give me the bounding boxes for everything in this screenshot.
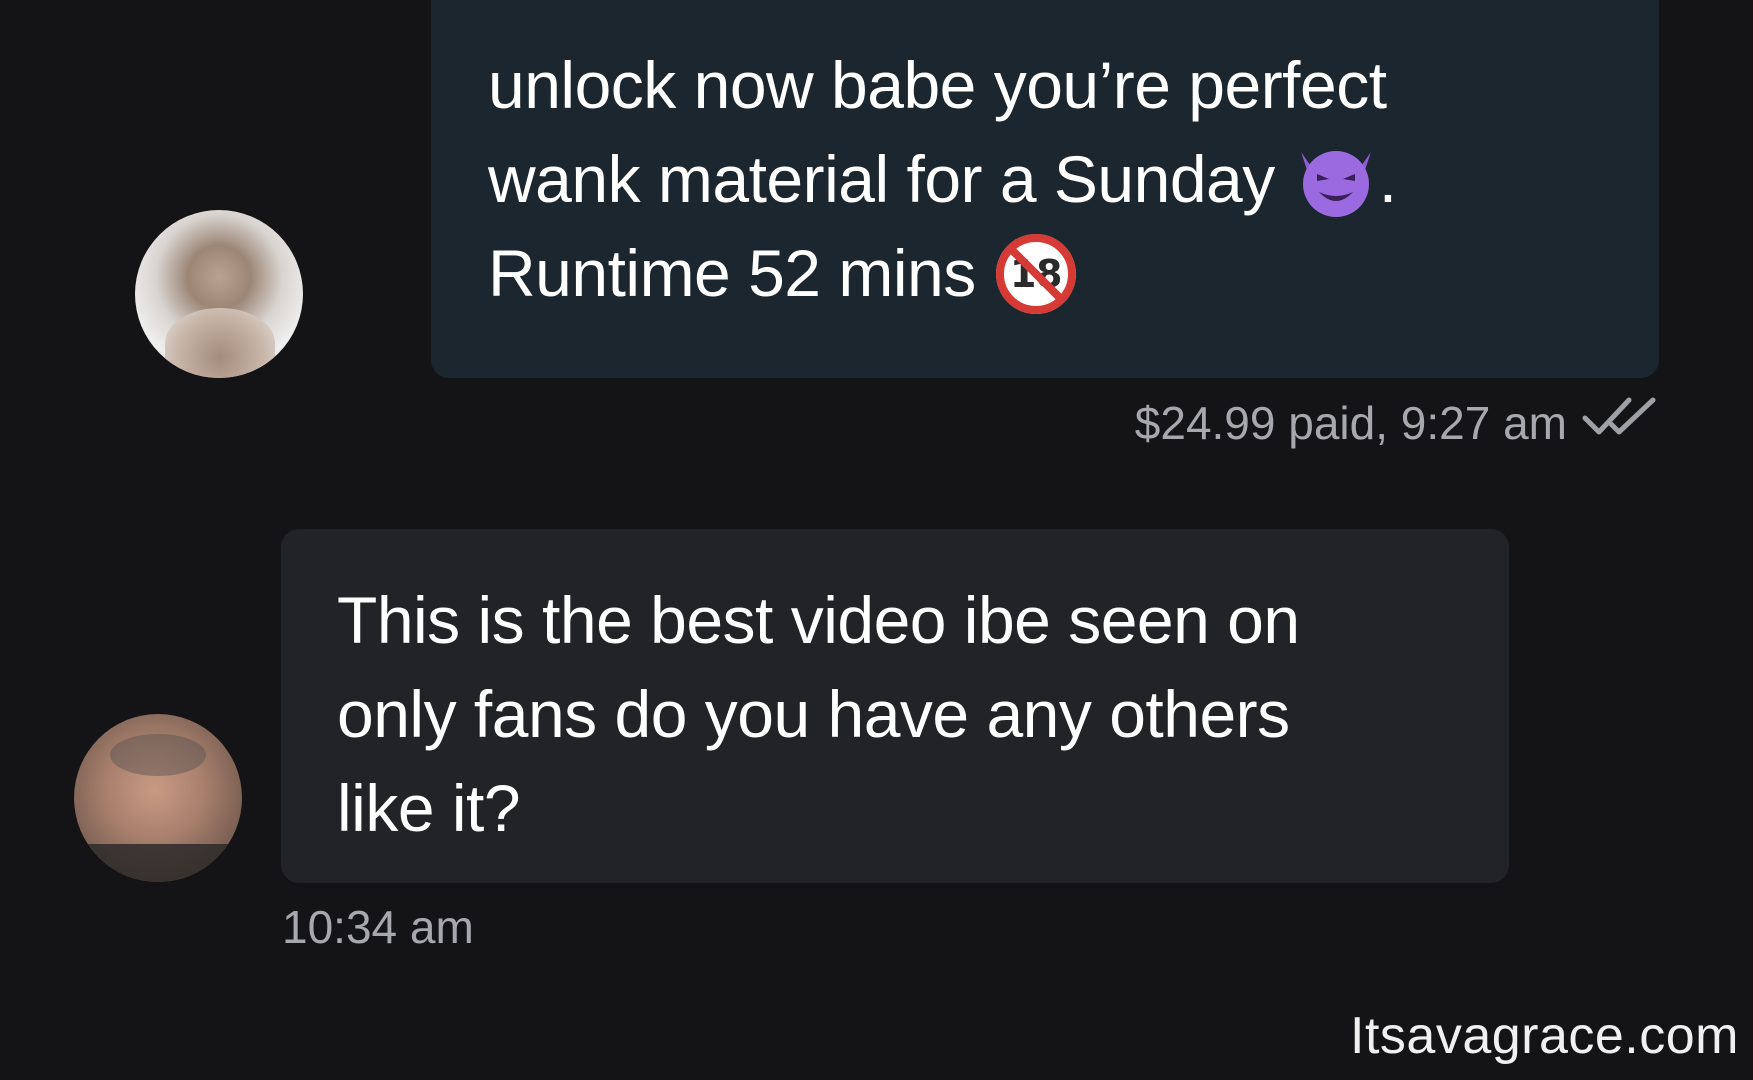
message-line-with-emoji: Runtime 52 mins 18 bbox=[488, 226, 1619, 320]
double-check-icon bbox=[1581, 394, 1663, 452]
message-line: like it? bbox=[337, 771, 521, 845]
outgoing-message-bubble[interactable]: unlock now babe you’re perfect wank mate… bbox=[431, 0, 1659, 378]
chat-screen: unlock now babe you’re perfect wank mate… bbox=[0, 0, 1753, 1080]
message-line-text: Runtime 52 mins bbox=[488, 236, 976, 310]
incoming-message-time: 10:34 am bbox=[282, 901, 474, 953]
no-under-eighteen-icon: 18 bbox=[992, 230, 1080, 318]
smiling-devil-emoji-icon bbox=[1293, 138, 1379, 220]
message-line: This is the best video ibe seen on bbox=[337, 583, 1300, 657]
message-line-text: wank material for a Sunday bbox=[488, 142, 1275, 216]
watermark: Itsavagrace.com bbox=[1350, 1007, 1739, 1065]
sender-avatar[interactable] bbox=[135, 210, 303, 378]
incoming-message-bubble[interactable]: This is the best video ibe seen on only … bbox=[281, 529, 1509, 883]
message-line: only fans do you have any others bbox=[337, 677, 1290, 751]
trailing-dot: . bbox=[1378, 142, 1397, 216]
payment-and-time: $24.99 paid, 9:27 am bbox=[1134, 397, 1567, 449]
message-line-with-emoji: wank material for a Sunday . bbox=[488, 132, 1619, 226]
message-line: unlock now babe you’re perfect bbox=[488, 48, 1387, 122]
outgoing-message-meta: $24.99 paid, 9:27 am bbox=[1135, 394, 1663, 452]
recipient-avatar[interactable] bbox=[74, 714, 242, 882]
